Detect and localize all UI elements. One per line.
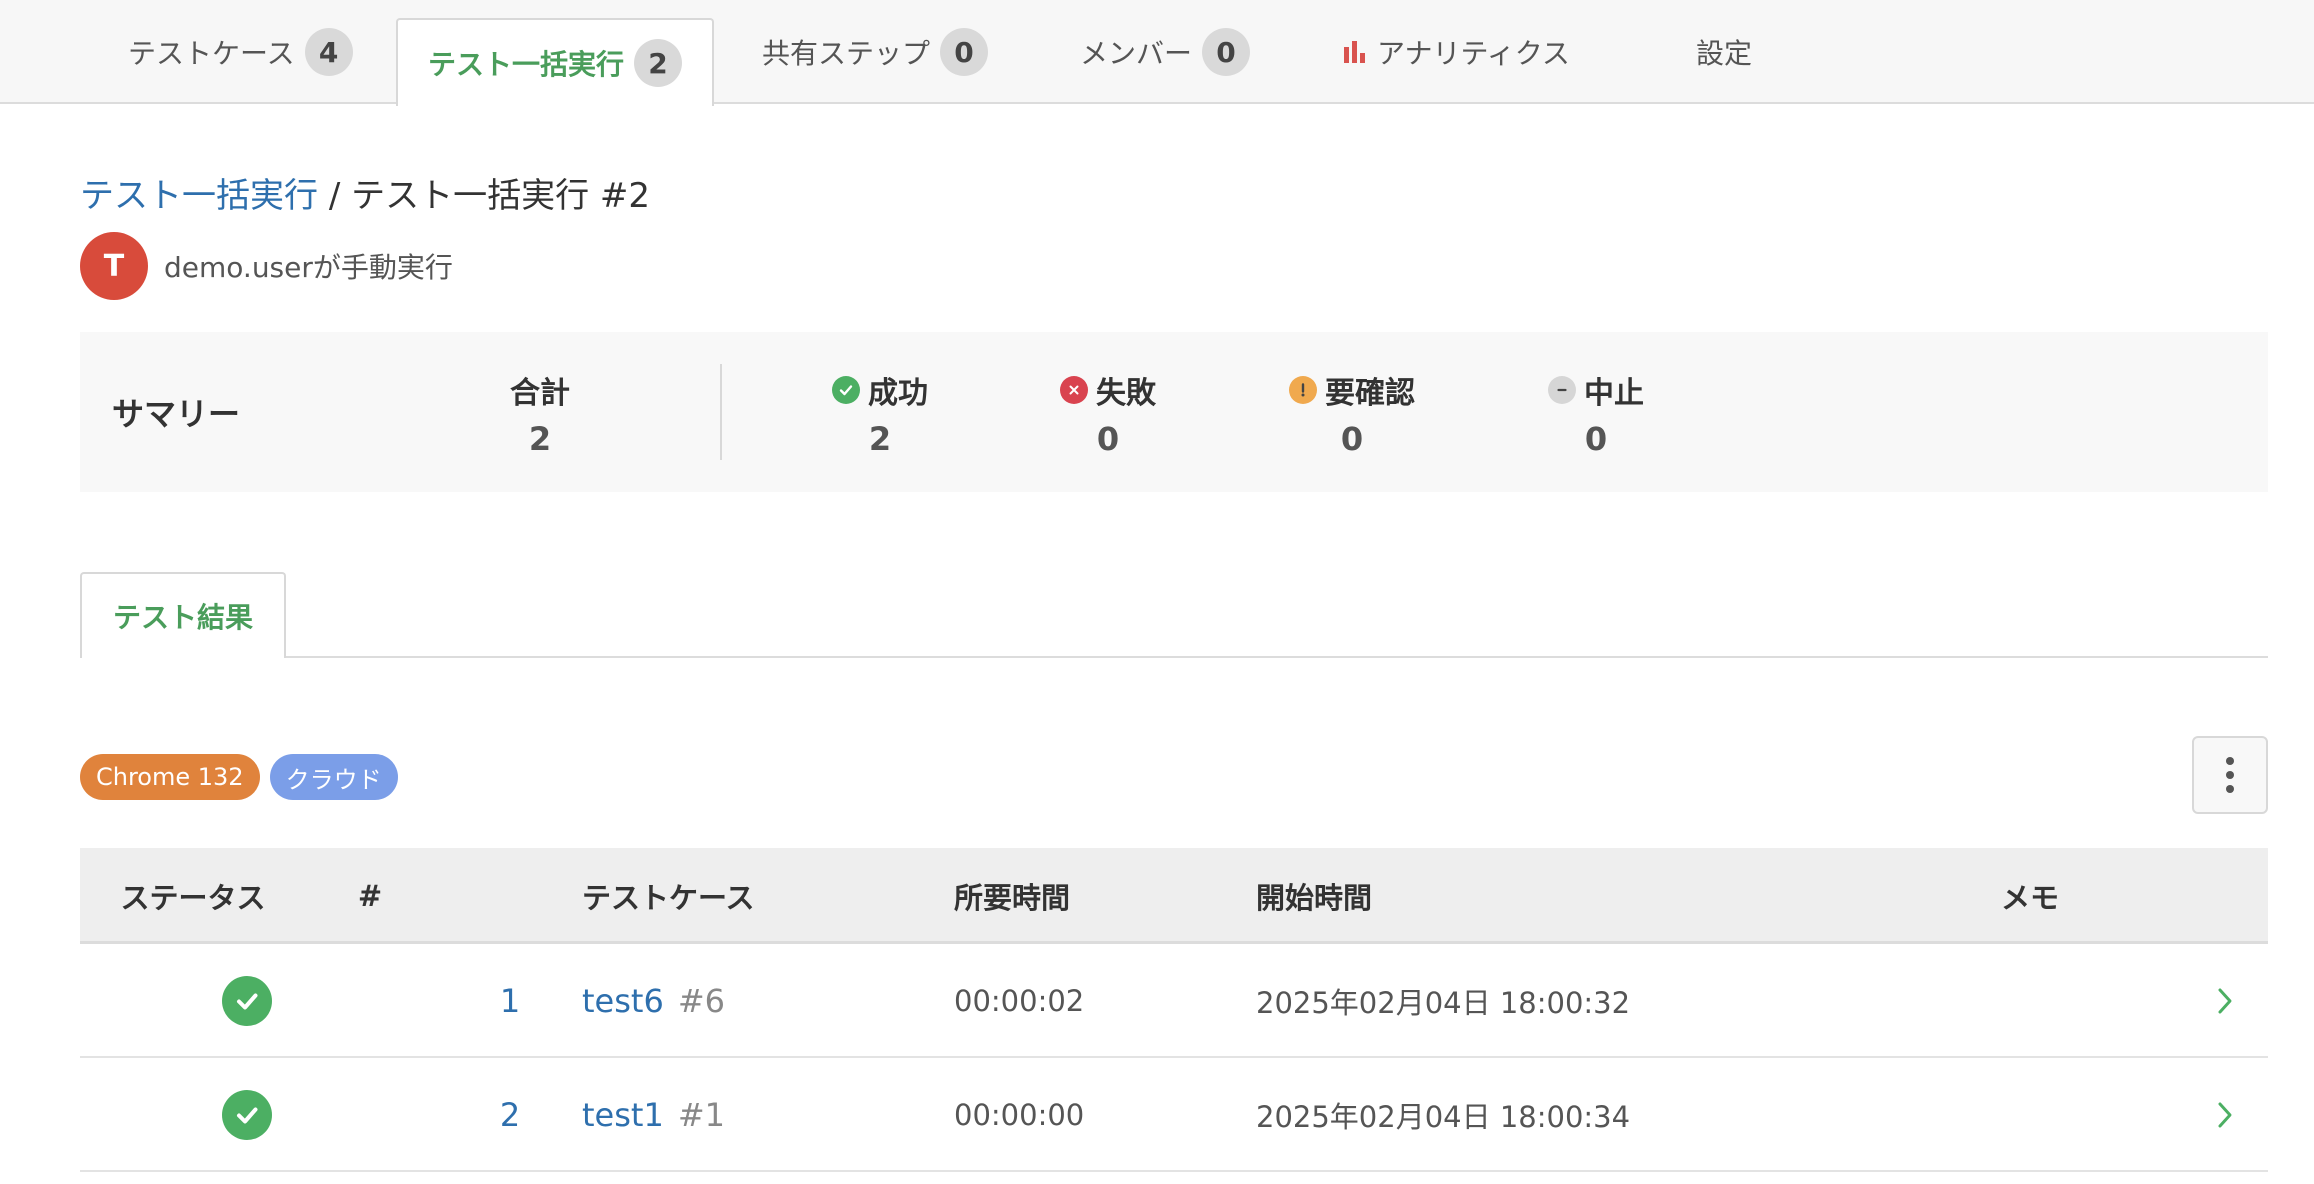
summary-review-value: 0 xyxy=(1340,420,1364,458)
summary-review-label: 要確認 xyxy=(1325,376,1415,411)
memo-cell xyxy=(1920,944,2140,1058)
check-circle-icon xyxy=(832,376,860,404)
summary-aborted-label: 中止 xyxy=(1584,376,1644,411)
test-case-cell: test1 #1 xyxy=(582,1058,725,1172)
summary-success-value: 2 xyxy=(868,420,892,458)
row-number: 2 xyxy=(499,1096,521,1134)
tab-settings[interactable]: 設定 xyxy=(1696,0,1752,104)
summary-success: 成功 2 xyxy=(770,368,990,458)
summary-panel: サマリー 合計 2 成功 2 失敗 0 要確認 0 中止 0 xyxy=(80,332,2268,492)
breadcrumb: テスト一括実行 / テスト一括実行 #2 xyxy=(80,168,650,217)
tab-label: テスト一括実行 xyxy=(427,48,624,81)
test-case-id: #6 xyxy=(677,982,725,1020)
tab-shared-steps[interactable]: 共有ステップ 0 xyxy=(762,0,989,104)
results-table: ステータス # テストケース 所要時間 開始時間 メモ 1 test6 #6 0… xyxy=(80,848,2268,1172)
test-case-link[interactable]: test6 xyxy=(582,982,664,1020)
test-case-id: #1 xyxy=(677,1096,725,1134)
breadcrumb-current: テスト一括実行 #2 xyxy=(351,176,651,216)
header-duration: 所要時間 xyxy=(954,881,1071,915)
avatar: T xyxy=(80,232,148,300)
table-row[interactable]: 1 test6 #6 00:00:02 2025年02月04日 18:00:32 xyxy=(80,944,2268,1058)
tab-label: メンバー xyxy=(1080,37,1193,70)
duration-cell: 00:00:00 xyxy=(954,1098,1085,1132)
tab-label: テストケース xyxy=(128,37,295,70)
summary-title: サマリー xyxy=(112,395,241,433)
tab-test-cases[interactable]: テストケース 4 xyxy=(128,0,353,104)
breadcrumb-parent-link[interactable]: テスト一括実行 xyxy=(80,176,318,216)
project-tab-bar: テストケース 4 テスト一括実行 2 共有ステップ 0 メンバー 0 アナリティ… xyxy=(0,0,2314,106)
tab-label: アナリティクス xyxy=(1377,37,1570,70)
tab-count-badge: 0 xyxy=(1202,28,1251,76)
tab-count-badge: 2 xyxy=(634,39,682,87)
tab-test-runs[interactable]: テスト一括実行 2 xyxy=(396,18,714,106)
table-header: ステータス # テストケース 所要時間 開始時間 メモ xyxy=(80,848,2268,944)
summary-aborted-value: 0 xyxy=(1584,420,1608,458)
results-tab-bar: テスト結果 xyxy=(80,570,2268,658)
more-options-button[interactable] xyxy=(2192,736,2268,814)
summary-aborted: 中止 0 xyxy=(1486,368,1706,458)
row-number: 1 xyxy=(499,982,521,1020)
status-cell xyxy=(80,1058,414,1172)
tab-analytics[interactable]: アナリティクス xyxy=(1344,0,1570,104)
run-author: T demo.userが手動実行 xyxy=(80,232,453,300)
kebab-dot-icon xyxy=(2226,785,2234,793)
header-started: 開始時間 xyxy=(1256,881,1373,915)
environment-tag: クラウド xyxy=(269,754,398,800)
tab-members[interactable]: メンバー 0 xyxy=(1080,0,1251,104)
header-number: # xyxy=(357,879,383,913)
run-tags: Chrome 132 クラウド xyxy=(80,754,398,800)
chevron-right-icon[interactable] xyxy=(2200,1058,2250,1172)
status-cell xyxy=(80,944,414,1058)
tab-test-results[interactable]: テスト結果 xyxy=(80,572,286,658)
header-test-case: テストケース xyxy=(582,881,755,915)
x-circle-icon xyxy=(1060,376,1088,404)
browser-tag: Chrome 132 xyxy=(80,754,260,800)
test-case-cell: test6 #6 xyxy=(582,944,725,1058)
header-memo: メモ xyxy=(2000,881,2059,915)
minus-circle-icon xyxy=(1548,376,1576,404)
summary-total: 合計 2 xyxy=(430,368,650,458)
table-row[interactable]: 2 test1 #1 00:00:00 2025年02月04日 18:00:34 xyxy=(80,1058,2268,1172)
run-trigger-text: demo.userが手動実行 xyxy=(164,251,453,284)
summary-failed: 失敗 0 xyxy=(998,368,1218,458)
tab-count-badge: 4 xyxy=(304,28,353,76)
summary-divider xyxy=(720,364,722,460)
duration-cell: 00:00:02 xyxy=(954,984,1085,1018)
test-case-link[interactable]: test1 xyxy=(582,1096,664,1134)
summary-failed-label: 失敗 xyxy=(1096,376,1156,411)
bar-chart-icon xyxy=(1344,41,1365,63)
tab-label: 設定 xyxy=(1696,37,1753,70)
kebab-dot-icon xyxy=(2226,771,2234,779)
success-check-icon xyxy=(222,1090,272,1140)
summary-failed-value: 0 xyxy=(1096,420,1120,458)
summary-review: 要確認 0 xyxy=(1242,368,1462,458)
summary-total-label: 合計 xyxy=(510,376,570,411)
tab-count-badge: 0 xyxy=(940,28,989,76)
success-check-icon xyxy=(222,976,272,1026)
header-status: ステータス xyxy=(120,881,266,915)
memo-cell xyxy=(1920,1058,2140,1172)
summary-success-label: 成功 xyxy=(868,376,928,411)
started-cell: 2025年02月04日 18:00:32 xyxy=(1256,986,1631,1020)
tab-label: 共有ステップ xyxy=(762,37,931,70)
breadcrumb-separator: / xyxy=(328,176,341,216)
summary-total-value: 2 xyxy=(528,420,552,458)
kebab-dot-icon xyxy=(2226,757,2234,765)
exclamation-circle-icon xyxy=(1289,376,1317,404)
started-cell: 2025年02月04日 18:00:34 xyxy=(1256,1100,1631,1134)
chevron-right-icon[interactable] xyxy=(2200,944,2250,1058)
